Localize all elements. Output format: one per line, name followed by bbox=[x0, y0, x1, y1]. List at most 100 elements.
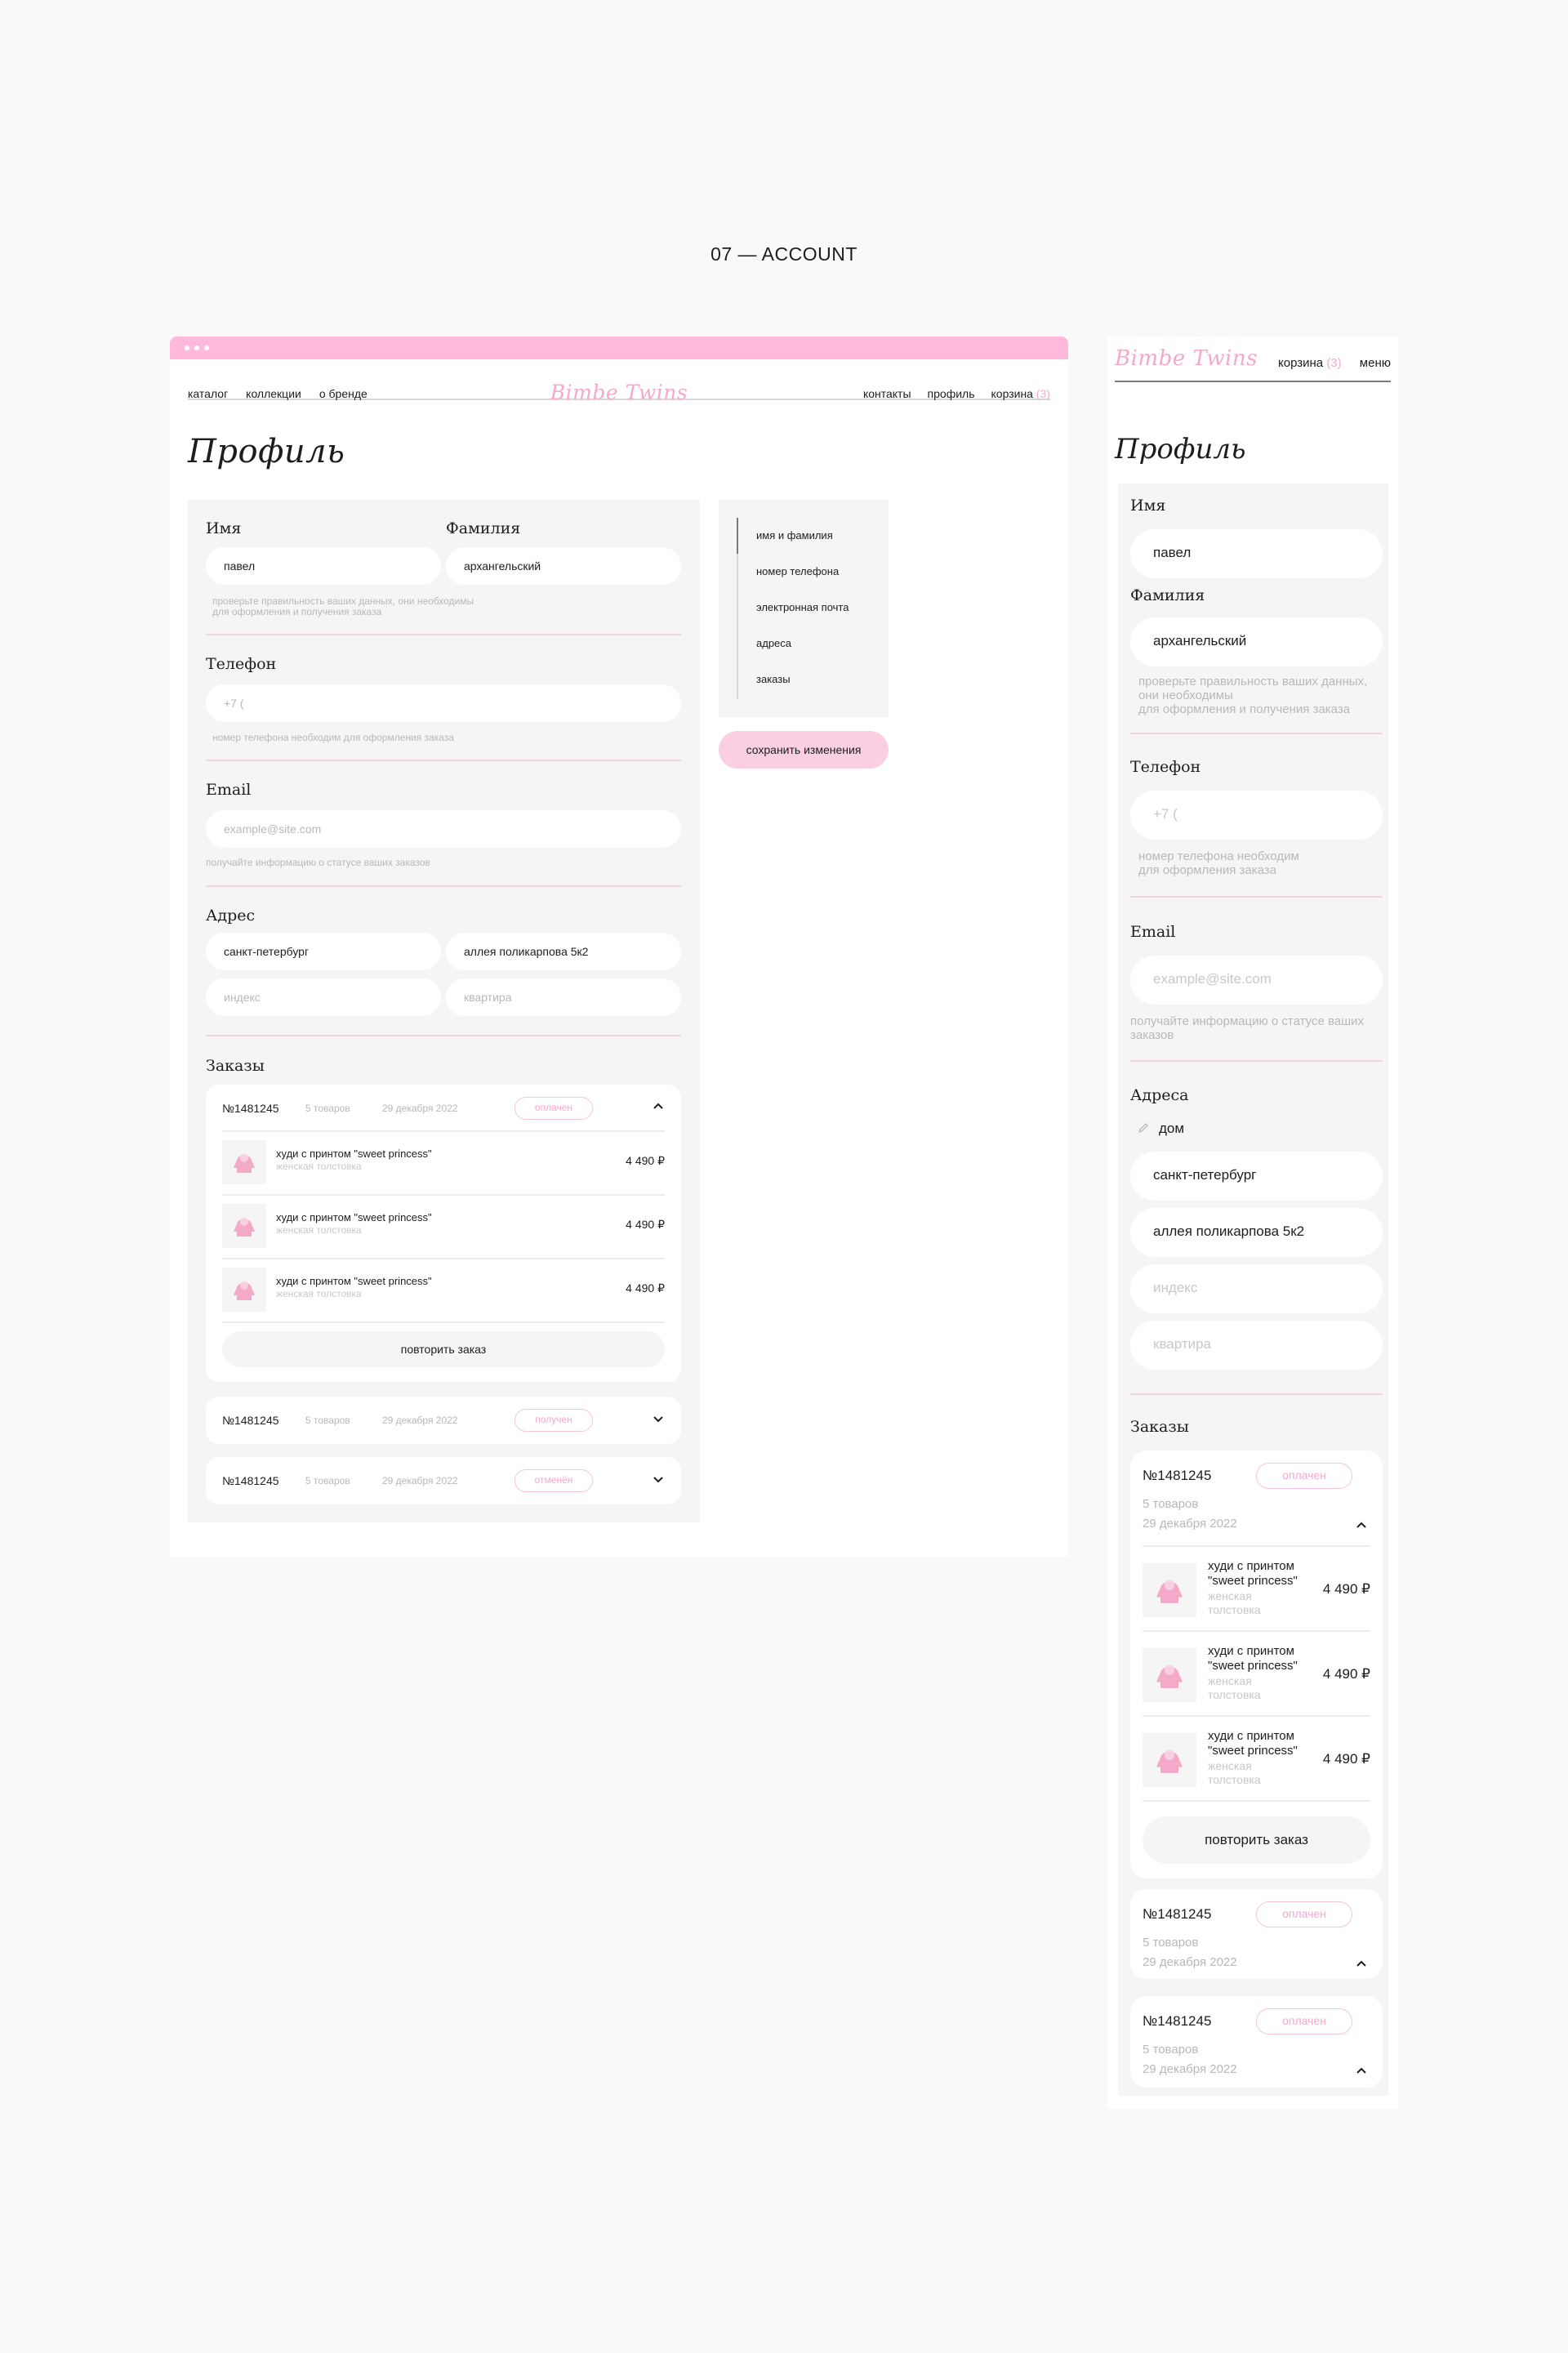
side-nav-item-addresses[interactable]: адреса bbox=[756, 637, 791, 649]
product-row[interactable]: худи с принтом "sweet princess" женская … bbox=[1143, 1717, 1370, 1800]
city-field[interactable]: санкт-петербург bbox=[206, 933, 441, 970]
product-name: худи с принтом "sweet princess" bbox=[276, 1148, 432, 1160]
nav-cart[interactable]: корзина (3) bbox=[991, 387, 1050, 400]
product-row[interactable]: худи с принтом "sweet princess" женская … bbox=[222, 1196, 665, 1258]
city-field[interactable]: санкт-петербург bbox=[1130, 1152, 1383, 1201]
divider bbox=[206, 885, 681, 887]
street-field[interactable]: аллея поликарпова 5к2 bbox=[1130, 1208, 1383, 1257]
order-card[interactable]: №1481245 оплачен 5 товаров 29 декабря 20… bbox=[1130, 1996, 1383, 2088]
last-name-label: Фамилия bbox=[1130, 586, 1205, 604]
mobile-window: Bimbe Twins корзина (3) меню Профиль Имя… bbox=[1107, 336, 1398, 2109]
index-field[interactable]: индекс bbox=[206, 978, 441, 1016]
name-hint: проверьте правильность ваших данных, они… bbox=[1138, 675, 1368, 716]
repeat-order-button[interactable]: повторить заказ bbox=[1143, 1816, 1370, 1864]
phone-field[interactable]: +7 ( bbox=[206, 684, 681, 722]
order-date: 29 декабря 2022 bbox=[382, 1415, 458, 1426]
nav-about[interactable]: о бренде bbox=[319, 387, 368, 400]
chevron-up-icon[interactable] bbox=[1355, 1958, 1368, 1971]
page-title: Профиль bbox=[188, 433, 345, 470]
order-card[interactable]: №1481245 оплачен 5 товаров 29 декабря 20… bbox=[1130, 1889, 1383, 1979]
chevron-up-icon[interactable] bbox=[652, 1100, 665, 1113]
order-card: №1481245 оплачен 5 товаров 29 декабря 20… bbox=[1130, 1451, 1383, 1878]
product-price: 4 490 ₽ bbox=[1322, 1751, 1370, 1767]
order-header[interactable]: №1481245 5 товаров 29 декабря 2022 отмен… bbox=[206, 1457, 681, 1503]
divider bbox=[206, 1035, 681, 1036]
order-date: 29 декабря 2022 bbox=[382, 1475, 458, 1486]
address-name: дом bbox=[1159, 1121, 1185, 1136]
product-row[interactable]: худи с принтом "sweet princess" женская … bbox=[222, 1132, 665, 1194]
side-nav-item-email[interactable]: электронная почта bbox=[756, 601, 849, 613]
order-date: 29 декабря 2022 bbox=[382, 1103, 458, 1114]
name-hint: проверьте правильность ваших данных, они… bbox=[212, 595, 474, 617]
address-label: Адрес bbox=[206, 907, 256, 925]
divider bbox=[1130, 896, 1383, 898]
side-nav-item-name[interactable]: имя и фамилия bbox=[756, 529, 833, 541]
order-card[interactable]: №1481245 5 товаров 29 декабря 2022 получ… bbox=[206, 1397, 681, 1444]
order-card[interactable]: №1481245 5 товаров 29 декабря 2022 отмен… bbox=[206, 1457, 681, 1504]
phone-hint: номер телефона необходим для оформления … bbox=[1138, 849, 1299, 877]
status-badge: оплачен bbox=[1256, 1901, 1352, 1927]
menu-button[interactable]: меню bbox=[1360, 356, 1391, 370]
page-title: Профиль bbox=[1115, 433, 1246, 466]
nav-profile[interactable]: профиль bbox=[928, 387, 975, 400]
divider bbox=[206, 760, 681, 761]
browser-bar bbox=[170, 336, 1068, 359]
save-changes-button[interactable]: сохранить изменения bbox=[719, 731, 889, 769]
chevron-down-icon[interactable] bbox=[652, 1473, 665, 1486]
window-dot-icon bbox=[194, 345, 199, 350]
email-label: Email bbox=[1130, 923, 1176, 941]
product-type: женская толстовка bbox=[1208, 1589, 1261, 1616]
divider bbox=[1130, 733, 1383, 734]
email-field[interactable]: example@site.com bbox=[1130, 956, 1383, 1005]
divider bbox=[1143, 1800, 1370, 1802]
product-row[interactable]: худи с принтом "sweet princess" женская … bbox=[222, 1259, 665, 1321]
product-price: 4 490 ₽ bbox=[1322, 1666, 1370, 1682]
order-date: 29 декабря 2022 bbox=[1143, 1955, 1237, 1969]
side-nav-item-orders[interactable]: заказы bbox=[756, 673, 791, 685]
product-thumbnail bbox=[1143, 1563, 1196, 1617]
chevron-up-icon[interactable] bbox=[1355, 1519, 1368, 1532]
first-name-field[interactable]: павел bbox=[206, 547, 441, 585]
order-header[interactable]: №1481245 5 товаров 29 декабря 2022 оплач… bbox=[206, 1085, 681, 1130]
email-hint: получайте информацию о статусе ваших зак… bbox=[1130, 1014, 1365, 1042]
side-nav-item-phone[interactable]: номер телефона bbox=[756, 565, 839, 577]
last-name-field[interactable]: архангельский bbox=[446, 547, 681, 585]
desktop-window: каталог коллекции о бренде Bimbe Twins к… bbox=[170, 336, 1068, 1557]
mobile-cart-link[interactable]: корзина (3) bbox=[1278, 356, 1342, 370]
product-type: женская толстовка bbox=[1208, 1674, 1261, 1701]
chevron-up-icon[interactable] bbox=[1355, 2065, 1368, 2078]
last-name-field[interactable]: архангельский bbox=[1130, 617, 1383, 666]
order-items-count: 5 товаров bbox=[1143, 1497, 1199, 1511]
phone-field[interactable]: +7 ( bbox=[1130, 791, 1383, 840]
order-card: №1481245 5 товаров 29 декабря 2022 оплач… bbox=[206, 1085, 681, 1382]
hoodie-icon bbox=[234, 1218, 255, 1237]
pencil-icon[interactable] bbox=[1138, 1122, 1149, 1134]
order-number: №1481245 bbox=[222, 1414, 279, 1427]
first-name-field[interactable]: павел bbox=[1130, 529, 1383, 578]
street-field[interactable]: аллея поликарпова 5к2 bbox=[446, 933, 681, 970]
product-price: 4 490 ₽ bbox=[626, 1154, 665, 1167]
order-items-count: 5 товаров bbox=[305, 1475, 350, 1486]
nav-catalog[interactable]: каталог bbox=[188, 387, 228, 400]
hoodie-icon bbox=[234, 1281, 255, 1300]
apartment-field[interactable]: квартира bbox=[1130, 1321, 1383, 1370]
phone-label: Телефон bbox=[206, 655, 277, 673]
order-number: №1481245 bbox=[222, 1474, 279, 1487]
nav-contacts[interactable]: контакты bbox=[863, 387, 911, 400]
divider bbox=[1130, 1060, 1383, 1062]
repeat-order-button[interactable]: повторить заказ bbox=[222, 1331, 665, 1367]
apartment-field[interactable]: квартира bbox=[446, 978, 681, 1016]
product-row[interactable]: худи с принтом "sweet princess" женская … bbox=[1143, 1632, 1370, 1715]
order-header[interactable]: №1481245 5 товаров 29 декабря 2022 получ… bbox=[206, 1397, 681, 1442]
index-field[interactable]: индекс bbox=[1130, 1264, 1383, 1313]
address-label: Адреса bbox=[1130, 1086, 1189, 1104]
brand-logo[interactable]: Bimbe Twins bbox=[550, 381, 688, 404]
order-number: №1481245 bbox=[222, 1102, 279, 1115]
order-number: №1481245 bbox=[1143, 2013, 1212, 2029]
product-row[interactable]: худи с принтом "sweet princess" женская … bbox=[1143, 1547, 1370, 1630]
nav-collections[interactable]: коллекции bbox=[246, 387, 301, 400]
chevron-down-icon[interactable] bbox=[652, 1412, 665, 1425]
email-field[interactable]: example@site.com bbox=[206, 810, 681, 848]
brand-logo[interactable]: Bimbe Twins bbox=[1115, 346, 1258, 371]
product-thumbnail bbox=[1143, 1648, 1196, 1702]
